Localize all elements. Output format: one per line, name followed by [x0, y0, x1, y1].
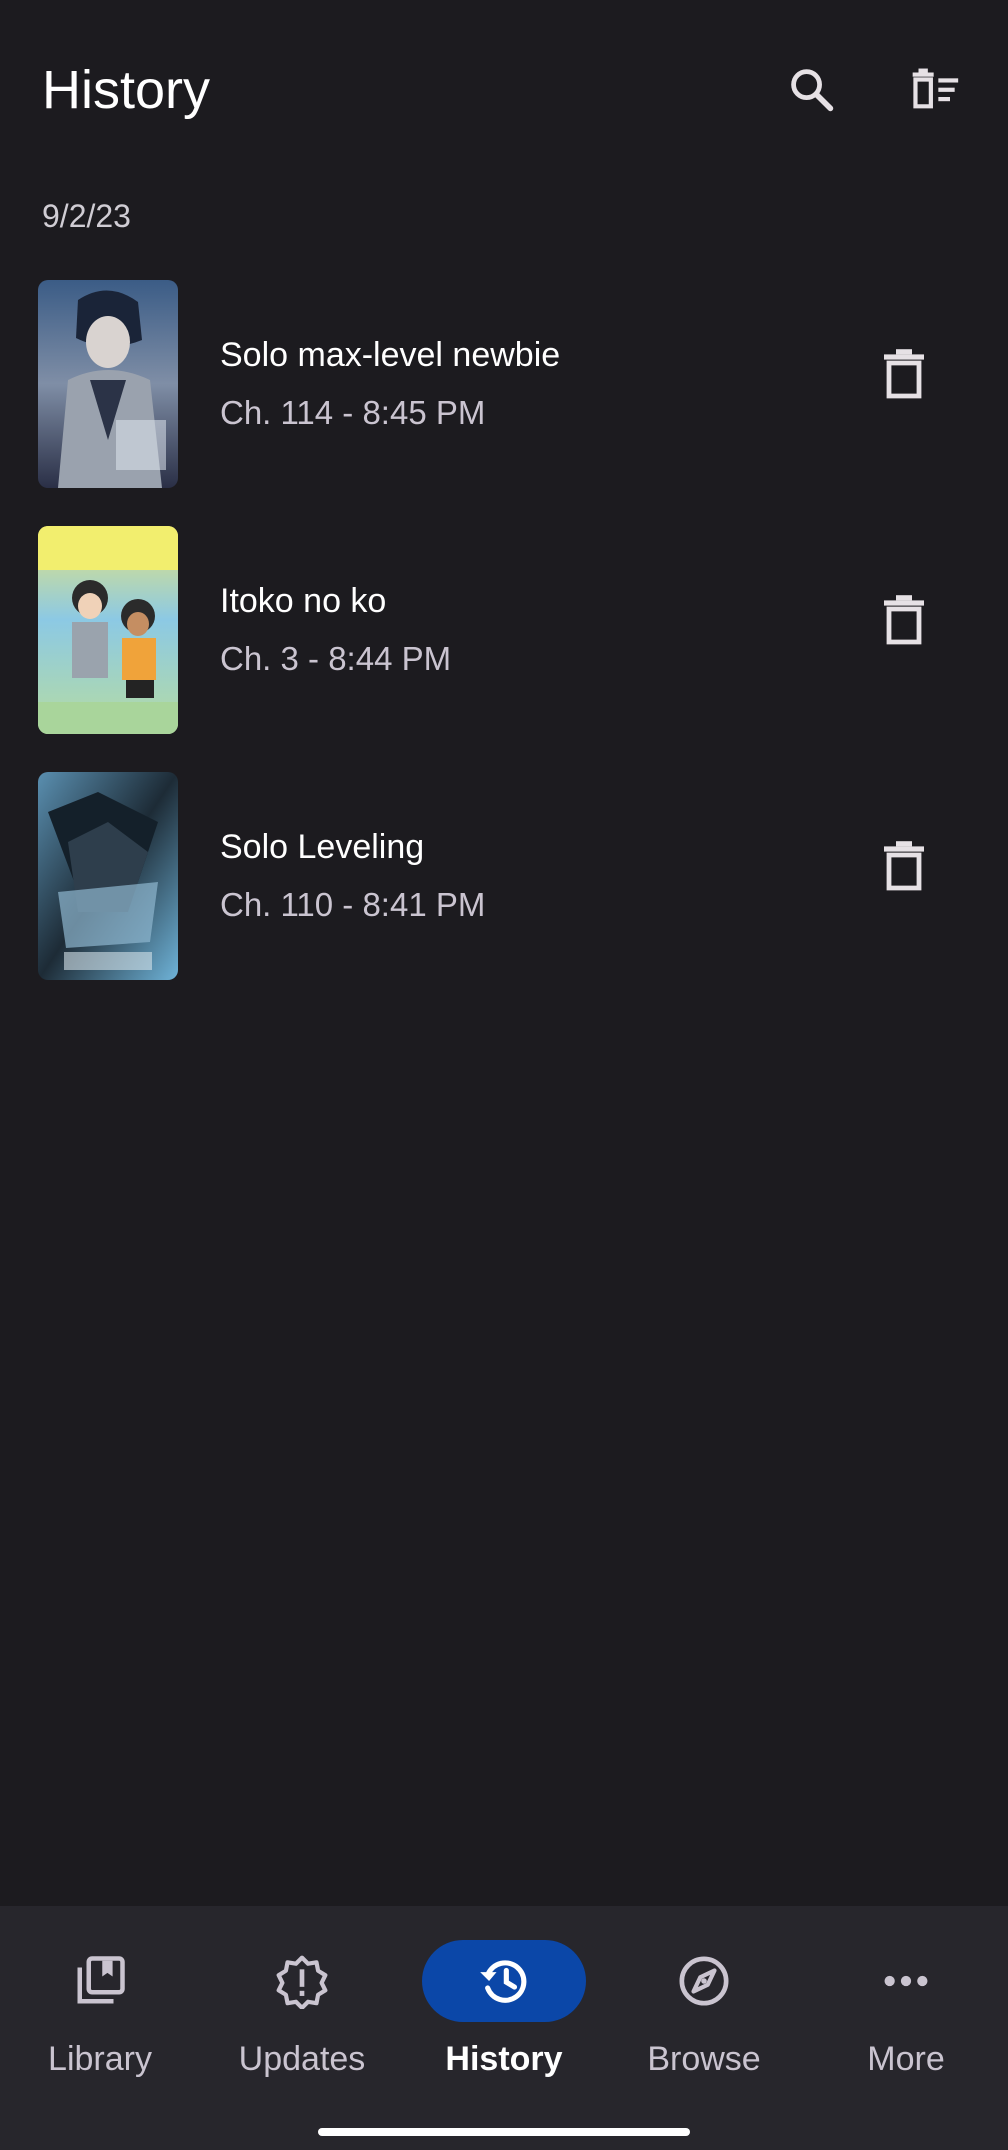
- delete-button[interactable]: [868, 338, 940, 410]
- history-item[interactable]: Solo max-level newbie Ch. 114 - 8:45 PM: [0, 270, 1008, 516]
- compass-icon: [679, 1956, 729, 2006]
- nav-item-history[interactable]: History: [404, 1940, 604, 2090]
- nav-label: History: [445, 2040, 563, 2078]
- app-bar: History: [0, 0, 1008, 180]
- updates-icon: [276, 1955, 328, 2009]
- date-group-header: 9/2/23: [42, 198, 131, 234]
- manga-cover[interactable]: [38, 772, 178, 980]
- nav-label: Library: [48, 2040, 152, 2078]
- active-indicator-pill: [422, 1940, 586, 2022]
- manga-title: Solo Leveling: [220, 828, 425, 866]
- nav-label: Browse: [647, 2040, 761, 2078]
- trash-icon: [884, 349, 924, 399]
- clear-history-button[interactable]: [898, 52, 974, 128]
- search-button[interactable]: [774, 52, 850, 128]
- home-indicator[interactable]: [318, 2128, 690, 2136]
- history-icon: [480, 1960, 527, 2003]
- nav-label: Updates: [238, 2040, 366, 2078]
- search-icon: [791, 69, 834, 112]
- chapter-time: Ch. 114 - 8:45 PM: [220, 394, 486, 431]
- manga-title: Solo max-level newbie: [220, 336, 561, 374]
- history-item[interactable]: Itoko no ko Ch. 3 - 8:44 PM: [0, 516, 1008, 762]
- nav-item-browse[interactable]: Browse: [604, 1940, 804, 2090]
- delete-button[interactable]: [868, 584, 940, 656]
- page-title: History: [42, 60, 211, 120]
- manga-title: Itoko no ko: [220, 582, 387, 620]
- delete-button[interactable]: [868, 830, 940, 902]
- more-icon: [884, 1975, 928, 1987]
- nav-item-updates[interactable]: Updates: [202, 1940, 402, 2090]
- delete-sweep-icon: [912, 68, 959, 109]
- trash-icon: [884, 841, 924, 891]
- manga-cover[interactable]: [38, 526, 178, 734]
- manga-cover[interactable]: [38, 280, 178, 488]
- trash-icon: [884, 595, 924, 645]
- history-list: Solo max-level newbie Ch. 114 - 8:45 PM: [0, 270, 1008, 1008]
- library-icon: [77, 1956, 125, 2004]
- nav-item-library[interactable]: Library: [0, 1940, 200, 2090]
- nav-item-more[interactable]: More: [806, 1940, 1006, 2090]
- chapter-time: Ch. 3 - 8:44 PM: [220, 640, 452, 677]
- bottom-navigation: Library Updates History Browse More: [0, 1906, 1008, 2150]
- chapter-time: Ch. 110 - 8:41 PM: [220, 886, 486, 923]
- nav-label: More: [867, 2040, 945, 2078]
- history-item[interactable]: Solo Leveling Ch. 110 - 8:41 PM: [0, 762, 1008, 1008]
